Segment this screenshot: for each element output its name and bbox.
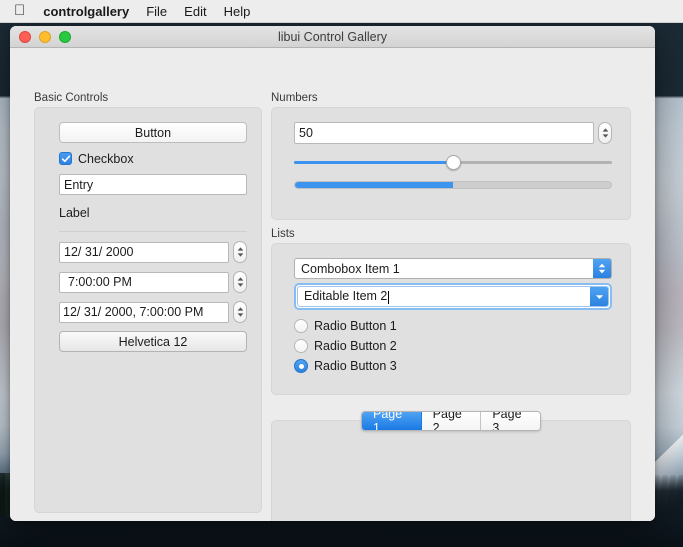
progress-bar-fill [295, 182, 453, 188]
radio-button-1-label: Radio Button 1 [314, 319, 397, 333]
button[interactable]: Button [59, 122, 247, 143]
menubar-app-name[interactable]: controlgallery [43, 4, 129, 19]
tab-content-panel [271, 420, 631, 521]
group-numbers: Numbers 50 [271, 92, 631, 220]
window-titlebar[interactable]: libui Control Gallery [10, 26, 655, 48]
group-basic-controls: Basic Controls Button Checkbox Entry Lab… [34, 92, 262, 513]
group-label-basic-controls: Basic Controls [34, 92, 109, 104]
editable-combobox-value: Editable Item 2 [304, 289, 388, 304]
radio-button-3-icon[interactable] [294, 359, 308, 373]
date-picker-input[interactable]: 12/ 31/ 2000 [59, 241, 229, 263]
tab-page-1[interactable]: Page 1 [362, 412, 422, 430]
time-stepper[interactable] [233, 271, 247, 293]
datetime-picker-input[interactable]: 12/ 31/ 2000, 7:00:00 PM [59, 301, 229, 323]
group-label-lists: Lists [271, 228, 295, 240]
group-label-numbers: Numbers [271, 92, 318, 104]
menu-bar:  controlgallery File Edit Help [0, 0, 683, 23]
tab-strip: Page 1 Page 2 Page 3 [361, 411, 541, 431]
radio-row-3[interactable]: Radio Button 3 [294, 356, 612, 376]
basic-controls-stack: Button Checkbox Entry Label 12/ 31/ 2000 [35, 108, 261, 352]
menu-item-edit[interactable]: Edit [184, 4, 206, 19]
text-caret [388, 290, 390, 304]
radio-row-1[interactable]: Radio Button 1 [294, 316, 612, 336]
group-box-numbers: 50 [271, 107, 631, 220]
menu-item-file[interactable]: File [146, 4, 167, 19]
spinbox-input[interactable]: 50 [294, 122, 594, 144]
group-box-lists: Combobox Item 1 Editable Item 2 Radio Bu… [271, 243, 631, 395]
chevron-down-icon[interactable] [590, 287, 608, 306]
slider-thumb[interactable] [445, 154, 461, 170]
app-window: libui Control Gallery Basic Controls But… [10, 26, 655, 521]
window-title: libui Control Gallery [277, 29, 388, 44]
spinbox-stepper[interactable] [598, 122, 612, 144]
date-picker-row[interactable]: 12/ 31/ 2000 [59, 241, 247, 263]
tab-page-2[interactable]: Page 2 [421, 412, 482, 430]
progress-bar [294, 181, 612, 189]
checkbox-label: Checkbox [78, 151, 134, 166]
font-button[interactable]: Helvetica 12 [59, 331, 247, 352]
time-picker-row[interactable]: 7:00:00 PM [59, 271, 247, 293]
numbers-stack: 50 [272, 108, 630, 189]
radio-button-1-icon[interactable] [294, 319, 308, 333]
radio-row-2[interactable]: Radio Button 2 [294, 336, 612, 356]
apple-logo-icon[interactable]:  [14, 3, 25, 18]
checkbox-row[interactable]: Checkbox [59, 149, 247, 168]
separator [59, 231, 247, 232]
group-box-basic-controls: Button Checkbox Entry Label 12/ 31/ 2000 [34, 107, 262, 513]
entry-input[interactable]: Entry [59, 174, 247, 195]
menu-item-help[interactable]: Help [224, 4, 251, 19]
group-lists: Lists Combobox Item 1 Editable Item 2 Ra… [271, 228, 631, 395]
lists-stack: Combobox Item 1 Editable Item 2 Radio Bu… [272, 244, 630, 376]
checkbox-check-icon[interactable] [59, 152, 72, 165]
window-body: Basic Controls Button Checkbox Entry Lab… [10, 48, 655, 521]
combobox[interactable]: Combobox Item 1 [294, 258, 612, 279]
slider-fill [294, 160, 453, 164]
radio-button-2-label: Radio Button 2 [314, 339, 397, 353]
radio-button-3-label: Radio Button 3 [314, 359, 397, 373]
editable-combobox-focus-ring: Editable Item 2 [294, 283, 612, 310]
tab-area: Page 1 Page 2 Page 3 [271, 411, 631, 521]
static-label: Label [59, 205, 90, 220]
datetime-stepper[interactable] [233, 301, 247, 323]
radio-button-2-icon[interactable] [294, 339, 308, 353]
radio-selected-dot [298, 363, 304, 369]
datetime-picker-row[interactable]: 12/ 31/ 2000, 7:00:00 PM [59, 301, 247, 323]
combobox-value: Combobox Item 1 [301, 261, 400, 276]
chevron-updown-icon[interactable] [593, 259, 611, 278]
spinbox-row[interactable]: 50 [294, 122, 612, 144]
tab-page-3[interactable]: Page 3 [481, 412, 540, 430]
time-picker-input[interactable]: 7:00:00 PM [59, 271, 229, 293]
date-stepper[interactable] [233, 241, 247, 263]
slider[interactable] [294, 154, 612, 170]
editable-combobox[interactable]: Editable Item 2 [297, 286, 609, 307]
